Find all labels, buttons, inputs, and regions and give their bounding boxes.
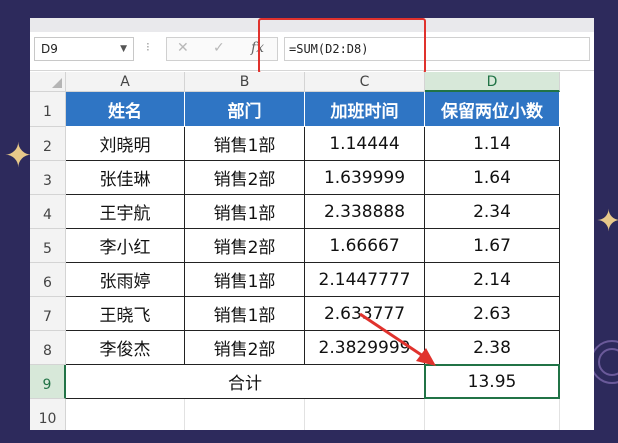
arrow-annotation <box>359 312 436 366</box>
